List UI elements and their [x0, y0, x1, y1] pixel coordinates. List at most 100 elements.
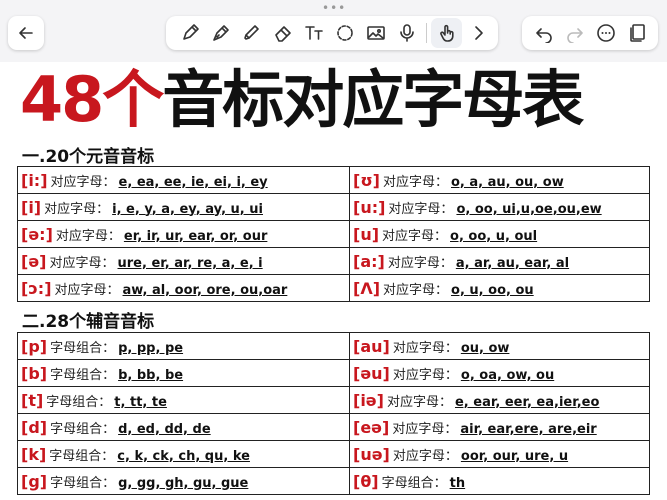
phonetic-symbol: [θ]: [353, 471, 379, 491]
phonetic-symbol: [i:]: [21, 170, 48, 190]
letter-combinations: oor, our, ure, u: [460, 448, 569, 464]
cell-label: 对应字母：: [386, 394, 452, 410]
phonetic-symbol: [i]: [21, 197, 42, 217]
cell-label: 对应字母：: [382, 228, 448, 244]
table-row: [p] 字母组合： p, pp, pe [au] 对应字母： ou, ow: [17, 332, 650, 360]
drawing-tools: [166, 16, 498, 50]
eraser-tool-button[interactable]: [267, 18, 298, 48]
cell-label: 字母组合：: [50, 340, 116, 356]
phonetic-symbol: [ə:]: [21, 224, 53, 244]
phonetic-cell: [au] 对应字母： ou, ow: [349, 332, 650, 360]
highlighter-tool-button[interactable]: [236, 18, 267, 48]
image-tool-button[interactable]: [360, 18, 391, 48]
phonetic-symbol: [u]: [353, 224, 380, 244]
letter-combinations: er, ir, ur, ear, or, our: [123, 228, 268, 244]
redo-button[interactable]: [561, 18, 589, 48]
phonetic-cell: [uə] 对应字母： oor, our, ure, u: [349, 440, 650, 468]
vowels-heading: 一.20个元音音标: [22, 147, 155, 167]
cell-label: 字母组合：: [46, 394, 112, 410]
cell-label: 对应字母：: [54, 282, 120, 298]
fountain-pen-icon: [212, 25, 229, 41]
back-button[interactable]: [8, 16, 44, 50]
more-options-button[interactable]: [592, 18, 620, 48]
cell-label: 对应字母：: [387, 255, 453, 271]
cell-label: 对应字母：: [392, 340, 458, 356]
cell-label: 对应字母：: [49, 255, 115, 271]
phonetic-cell: [eə] 对应字母： air, ear,ere, are,eir: [349, 413, 650, 441]
phonetic-cell: [p] 字母组合： p, pp, pe: [17, 332, 350, 360]
title-number: 48个: [20, 63, 164, 136]
consonants-table: [p] 字母组合： p, pp, pe [au] 对应字母： ou, ow [b] 字母组合：…: [17, 332, 650, 495]
letter-combinations: o, a, au, ou, ow: [451, 174, 564, 190]
phonetic-cell: [b] 字母组合： b, bb, be: [17, 359, 350, 387]
hand-touch-icon: [439, 24, 454, 42]
phonetic-cell: [t] 字母组合： t, tt, te: [17, 386, 350, 414]
more-icon: [596, 24, 615, 42]
phonetic-cell: [iə] 对应字母： e, ear, eer, ea,ier,eo: [349, 386, 650, 414]
letter-combinations: aw, al, oor, ore, ou,oar: [122, 282, 288, 298]
phonetic-cell: [a:] 对应字母： a, ar, au, ear, al: [349, 247, 650, 275]
cell-label: 字母组合：: [381, 475, 447, 491]
more-tools-button[interactable]: [462, 18, 493, 48]
phonetic-symbol: [a:]: [353, 251, 385, 271]
phonetic-cell: [d] 字母组合： d, ed, dd, de: [17, 413, 350, 441]
fountain-pen-tool-button[interactable]: [205, 18, 236, 48]
letter-combinations: o, oo, ui,u,oe,ou,ew: [456, 201, 602, 217]
lasso-tool-button[interactable]: [329, 18, 360, 48]
cell-label: 字母组合：: [50, 475, 116, 491]
page-title: 48个音标对应字母表: [20, 60, 584, 140]
cell-label: 对应字母：: [388, 201, 454, 217]
lasso-icon: [336, 25, 353, 41]
chevron-right-icon: [474, 26, 483, 40]
touch-mode-button[interactable]: [431, 18, 462, 48]
cell-label: 对应字母：: [44, 201, 110, 217]
phonetic-cell: [ə] 对应字母： ure, er, ar, re, a, e, i: [17, 247, 350, 275]
phonetic-cell: [Λ] 对应字母： o, u, oo, ou: [349, 274, 650, 302]
phonetic-cell: [k] 字母组合： c, k, ck, ch, qu, ke: [17, 440, 350, 468]
toolbar-divider: [426, 23, 427, 43]
letter-combinations: o, u, oo, ou: [451, 282, 534, 298]
redo-icon: [566, 28, 583, 43]
letter-combinations: th: [449, 475, 466, 491]
letter-combinations: i, e, y, a, ey, ay, u, ui: [112, 201, 263, 217]
pages-button[interactable]: [623, 18, 651, 48]
phonetic-symbol: [p]: [21, 336, 48, 356]
phonetic-symbol: [d]: [21, 417, 48, 437]
table-row: [b] 字母组合： b, bb, be [əu] 对应字母： o, oa, ow, ou: [17, 359, 650, 387]
pen-icon: [182, 24, 199, 40]
phonetic-cell: [i:] 对应字母： e, ea, ee, ie, ei, i, ey: [17, 166, 350, 194]
text-tool-button[interactable]: [298, 18, 329, 48]
letter-combinations: air, ear,ere, are,eir: [460, 421, 597, 437]
phonetic-symbol: [u:]: [353, 197, 386, 217]
phonetic-cell: [u:] 对应字母： o, oo, ui,u,oe,ou,ew: [349, 193, 650, 221]
phonetic-cell: [ɔ:] 对应字母： aw, al, oor, ore, ou,oar: [17, 274, 350, 302]
vowels-table: [i:] 对应字母： e, ea, ee, ie, ei, i, ey [ʊ] 对应字母…: [17, 166, 650, 302]
phonetic-symbol: [ɔ:]: [21, 278, 52, 298]
table-row: [g] 字母组合： g, gg, gh, gu, gue [θ] 字母组合： th: [17, 467, 650, 495]
letter-combinations: b, bb, be: [118, 367, 184, 383]
cell-label: 对应字母：: [55, 228, 121, 244]
table-row: [ə:] 对应字母： er, ir, ur, ear, or, our [u] 对应字母…: [17, 220, 650, 248]
cell-label: 字母组合：: [50, 367, 116, 383]
letter-combinations: o, oo, u, oul: [450, 228, 538, 244]
phonetic-symbol: [ə]: [21, 251, 47, 271]
microphone-tool-button[interactable]: [391, 18, 422, 48]
pages-icon: [629, 24, 645, 42]
letter-combinations: a, ar, au, ear, al: [455, 255, 570, 271]
cell-label: 字母组合：: [49, 448, 115, 464]
text-tool-icon: [304, 26, 323, 40]
phonetic-symbol: [iə]: [353, 390, 384, 410]
letter-combinations: p, pp, pe: [118, 340, 184, 356]
consonants-heading: 二.28个辅音音标: [22, 312, 155, 332]
undo-button[interactable]: [530, 18, 558, 48]
top-toolbar: •••: [0, 0, 667, 62]
phonetic-symbol: [k]: [21, 444, 47, 464]
pen-tool-button[interactable]: [174, 18, 205, 48]
table-row: [i] 对应字母： i, e, y, a, ey, ay, u, ui [u:] 对应字…: [17, 193, 650, 221]
phonetic-cell: [g] 字母组合： g, gg, gh, gu, gue: [17, 467, 350, 495]
eraser-icon: [274, 26, 291, 42]
table-row: [ɔ:] 对应字母： aw, al, oor, ore, ou,oar [Λ] 对应字母…: [17, 274, 650, 302]
drag-handle-icon[interactable]: •••: [322, 2, 346, 14]
title-text: 音标对应字母表: [162, 63, 584, 136]
cell-label: 对应字母：: [382, 174, 448, 190]
